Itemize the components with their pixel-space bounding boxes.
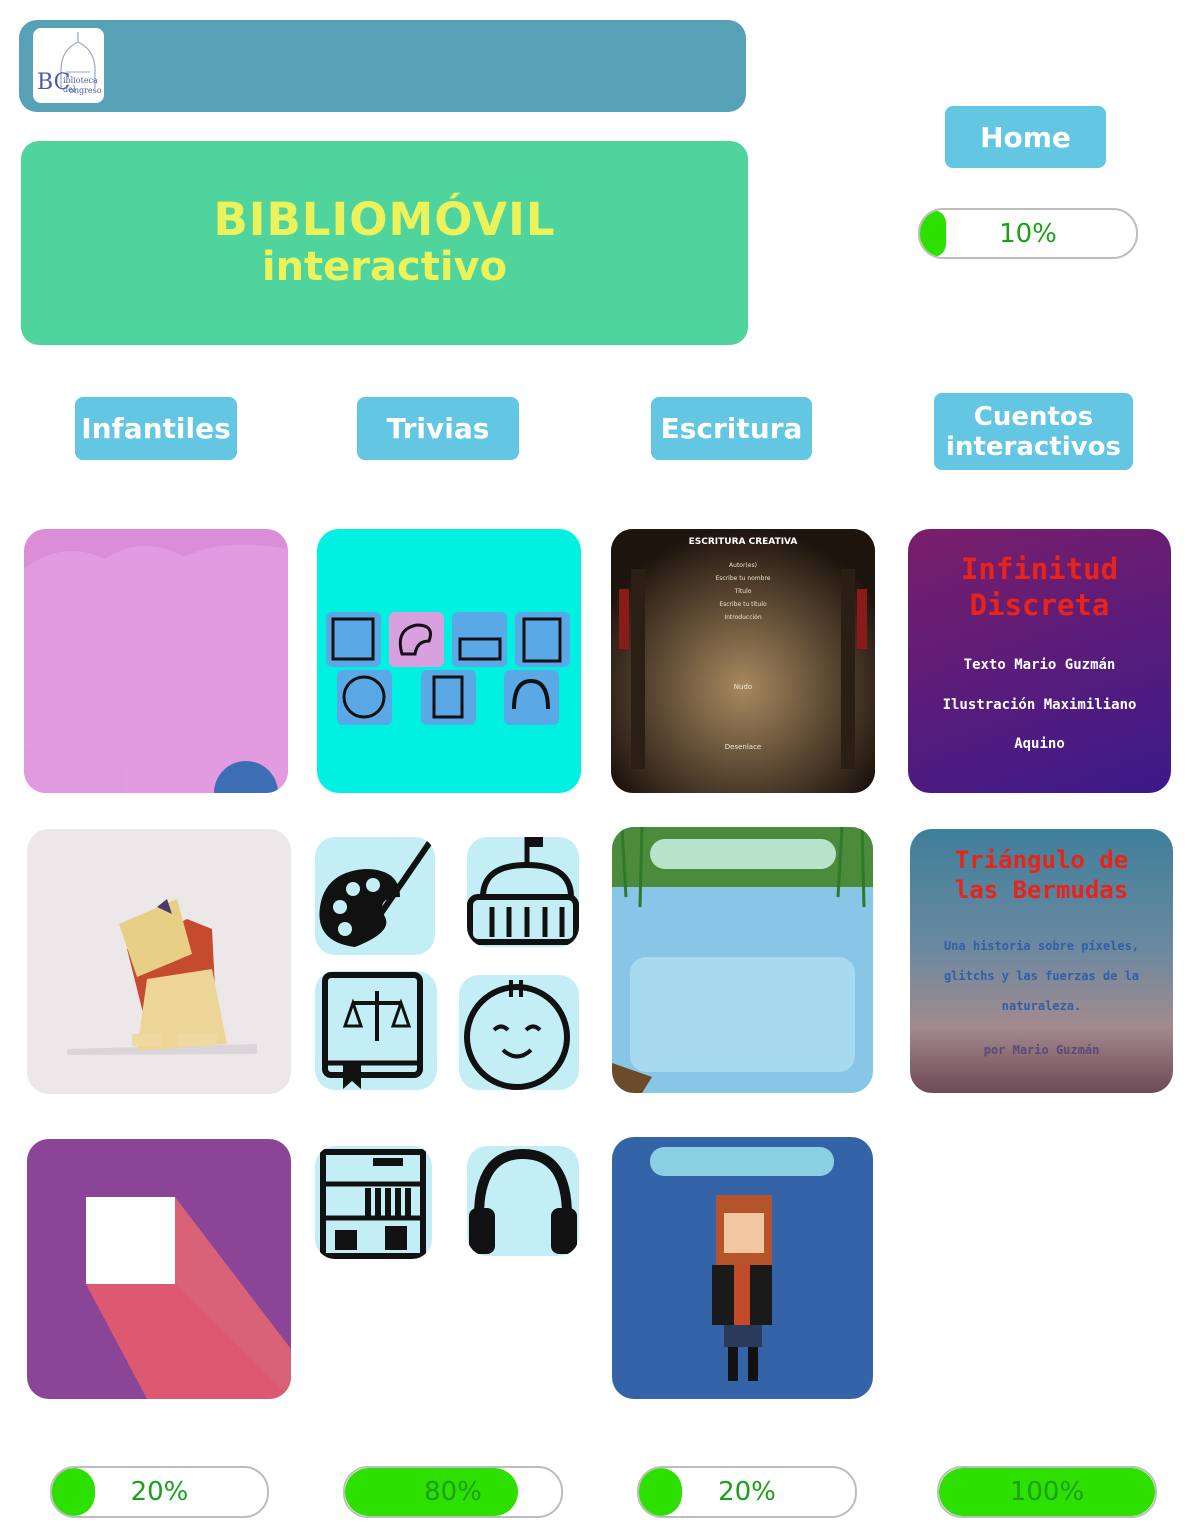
story-2-title-line-1: Triángulo de: [954, 846, 1129, 874]
escritura-game-card-2[interactable]: [612, 827, 873, 1093]
story-2-desc-line-3: naturaleza.: [1001, 999, 1082, 1013]
palette-icon: [319, 840, 433, 947]
overall-progress-bar: 10%: [918, 208, 1138, 259]
top-bar: [19, 20, 746, 112]
story-1-title-line-2: Discreta: [969, 588, 1110, 622]
category-infantiles-button[interactable]: Infantiles: [75, 397, 237, 460]
progress-label: 20%: [718, 1477, 776, 1507]
story-1-title-line-1: Infinitud: [960, 552, 1119, 586]
story-2-description: Una historia sobre píxeles, glitchs y la…: [910, 931, 1173, 1021]
story-2-desc-line-2: glitchs y las fuerzas de la: [943, 969, 1140, 983]
law-book-icon: [322, 972, 423, 1089]
shadow-square-image: [86, 1197, 291, 1399]
story-2-title-line-2: las Bermudas: [954, 876, 1129, 904]
field-intro: Introducción: [724, 614, 762, 621]
story-1-author: Texto Mario Guzmán: [963, 657, 1116, 673]
escritura-game-card-3[interactable]: [612, 1137, 873, 1399]
escritura-title: ESCRITURA CREATIVA: [688, 537, 798, 547]
story-1-illustrator-2: Aquino: [1014, 736, 1065, 752]
field-author: Autor(es): [729, 562, 757, 569]
field-author-hint: Escribe tu nombre: [715, 575, 771, 582]
category-escritura-button[interactable]: Escritura: [651, 397, 812, 460]
story-card-triangulo-bermudas[interactable]: Triángulo de las Bermudas Una historia s…: [910, 829, 1173, 1093]
bookshelf-icon: [320, 1149, 426, 1259]
trivia-congress-button[interactable]: [467, 837, 579, 947]
trivia-law-button[interactable]: [315, 971, 437, 1090]
baby-face-icon: [464, 980, 570, 1090]
progress-label: 20%: [130, 1477, 189, 1507]
congress-icon: [467, 837, 579, 945]
field-desenlace: Desenlace: [724, 743, 762, 751]
logo-text-2: ongreso: [69, 86, 102, 95]
category-trivias-button[interactable]: Trivias: [357, 397, 519, 460]
trivias-progress-bar: 80%: [343, 1466, 563, 1518]
trivia-kids-button[interactable]: [459, 975, 579, 1090]
escritura-progress-bar: 20%: [637, 1466, 857, 1518]
home-button[interactable]: Home: [945, 106, 1106, 168]
infantiles-game-card-2[interactable]: [27, 829, 291, 1094]
trivia-audio-button[interactable]: [467, 1146, 579, 1256]
trivia-library-button[interactable]: [315, 1146, 432, 1259]
category-cuentos-button[interactable]: Cuentos interactivos: [934, 393, 1133, 470]
pond-scene-image: [612, 827, 873, 1093]
progress-label: 80%: [424, 1477, 482, 1507]
story-card-infinitud-discreta[interactable]: Infinitud Discreta Texto Mario Guzmán Il…: [908, 529, 1171, 793]
lion-image: [67, 899, 257, 1055]
trivia-art-button[interactable]: [315, 837, 435, 955]
hero-banner: BIBLIOMÓVIL interactivo: [21, 141, 748, 345]
headphones-icon: [469, 1148, 577, 1254]
app-subtitle: interactivo: [261, 244, 508, 290]
field-title: Título: [734, 588, 752, 595]
progress-label: 100%: [1009, 1477, 1085, 1507]
biblioteca-logo[interactable]: BC iblioteca del ongreso: [33, 28, 104, 103]
story-2-desc-line-1: Una historia sobre píxeles,: [943, 939, 1140, 953]
field-nudo: Nudo: [733, 683, 753, 691]
trivias-game-card[interactable]: [317, 529, 581, 793]
infantiles-progress-bar: 20%: [50, 1466, 269, 1518]
infantiles-game-card-1[interactable]: [24, 529, 288, 793]
escritura-fields: Autor(es) Escribe tu nombre Título Escri…: [611, 559, 875, 624]
field-title-hint: Escribe tu título: [719, 601, 767, 608]
story-2-author: por Mario Guzmán: [983, 1043, 1100, 1057]
progress-label: 10%: [999, 218, 1057, 249]
story-1-illustrator: Ilustración Maximiliano: [942, 697, 1137, 713]
pixel-girl-image: [650, 1147, 834, 1381]
escritura-game-card-1[interactable]: ESCRITURA CREATIVA Autor(es) Escribe tu …: [611, 529, 875, 793]
infantiles-game-card-3[interactable]: [27, 1139, 291, 1399]
app-title: BIBLIOMÓVIL: [213, 193, 556, 246]
cloud-scene-image: [24, 544, 288, 793]
cuentos-progress-bar: 100%: [937, 1466, 1157, 1518]
trivia-icons-grid-image: [326, 612, 570, 725]
